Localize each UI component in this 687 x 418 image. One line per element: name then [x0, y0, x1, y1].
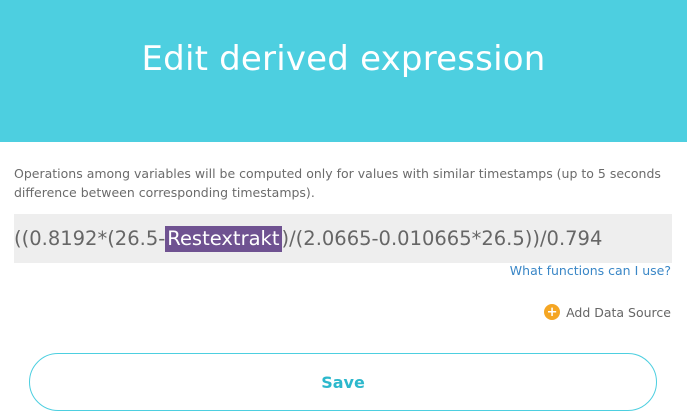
timestamp-note: Operations among variables will be compu…	[14, 166, 661, 200]
edit-expression-dialog: Edit derived expression Operations among…	[0, 0, 687, 418]
expression-variable-highlight[interactable]: Restextrakt	[165, 225, 282, 252]
functions-help-link[interactable]: What functions can I use?	[510, 263, 671, 278]
add-data-source-label: Add Data Source	[566, 304, 671, 320]
expression-text-before: ((0.8192*(26.5-	[14, 227, 166, 250]
expression-input[interactable]: ((0.8192*(26.5- Restextrakt )/(2.0665-0.0…	[14, 214, 672, 263]
expression-text-after: )/(2.0665-0.010665*26.5))/0.794	[281, 227, 603, 250]
save-button[interactable]: Save	[29, 353, 657, 411]
plus-circle-icon: +	[544, 304, 561, 320]
add-data-source-button[interactable]: + Add Data Source	[544, 304, 671, 320]
dialog-title: Edit derived expression	[141, 38, 546, 79]
dialog-header: Edit derived expression	[0, 0, 687, 142]
